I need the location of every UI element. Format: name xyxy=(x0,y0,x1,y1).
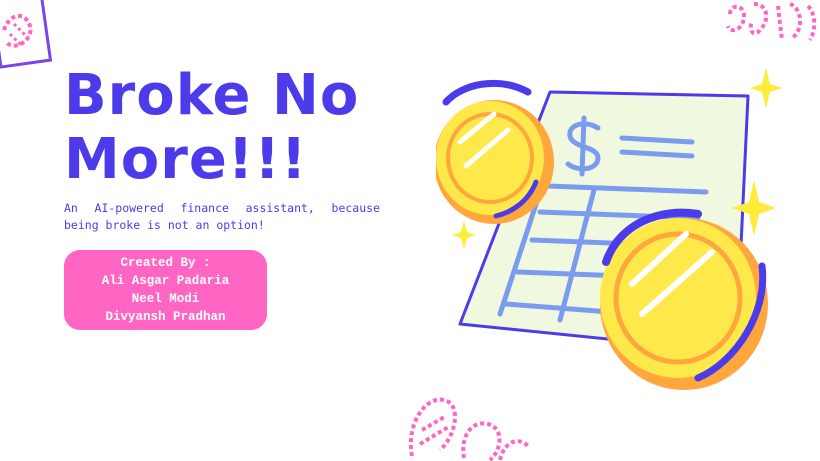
receipt-illustration xyxy=(436,68,782,390)
credits-box: Created By : Ali Asgar Padaria Neel Modi… xyxy=(64,250,267,330)
coin-icon xyxy=(436,79,554,224)
title-line-2: More!!! xyxy=(64,127,308,192)
slide-title: Broke No More!!! xyxy=(64,64,359,192)
coin-icon xyxy=(600,208,768,390)
subtitle: An AI-powered finance assistant, because… xyxy=(64,201,380,232)
credits-heading: Created By : xyxy=(120,256,211,270)
title-line-1: Broke No xyxy=(64,63,360,128)
pink-doodle-top-right xyxy=(726,2,817,42)
title-slide: Broke No More!!! An AI-powered finance a… xyxy=(0,0,820,461)
credit-name: Neel Modi xyxy=(131,292,200,306)
credit-name: Divyansh Pradhan xyxy=(105,310,226,324)
pink-doodle-top-left xyxy=(0,0,53,69)
credit-name: Ali Asgar Padaria xyxy=(101,274,230,288)
